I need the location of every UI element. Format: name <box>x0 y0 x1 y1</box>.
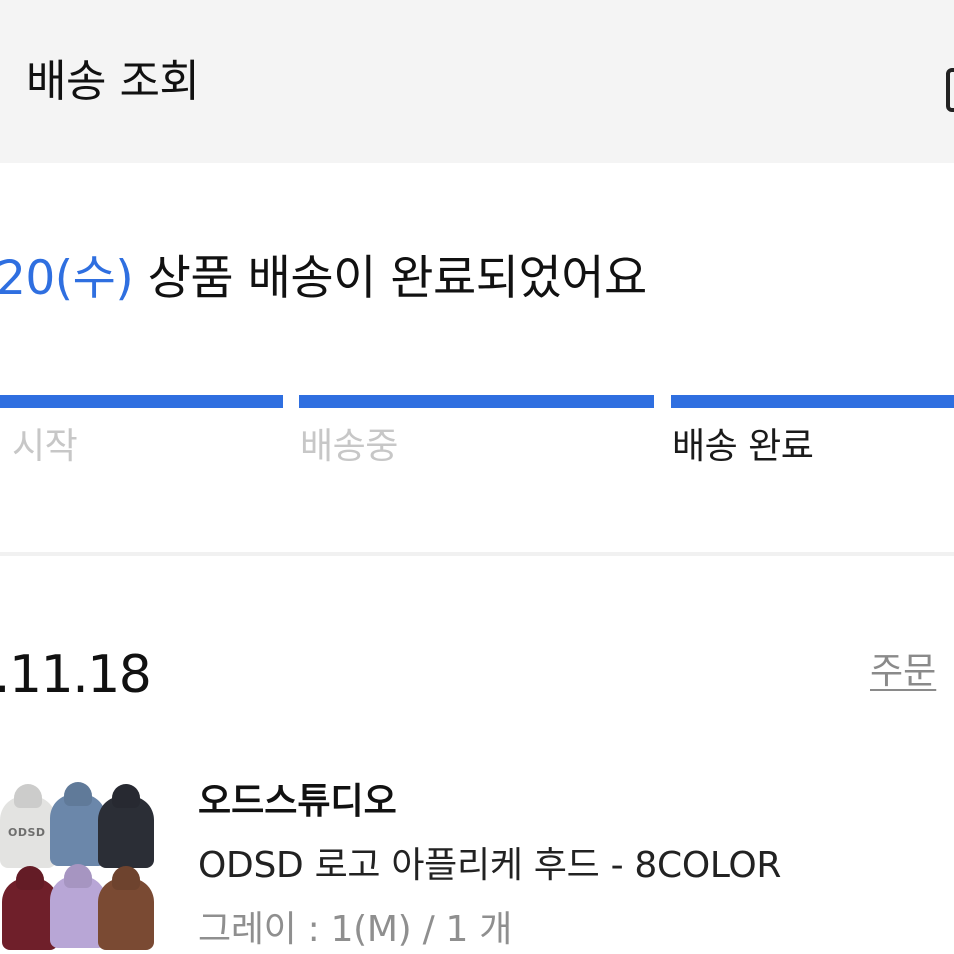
step-label-in-transit: 배송중 <box>300 426 398 467</box>
progress-segment-in-transit <box>299 395 654 408</box>
hoodie-logo: ODSD <box>8 826 46 839</box>
product-name[interactable]: ODSD 로고 아플리케 후드 - 8COLOR <box>198 840 781 892</box>
section-divider <box>0 552 954 556</box>
delivery-status-message: 상품 배송이 완료되었어요 <box>147 251 648 306</box>
progress-segment-delivered <box>671 395 954 408</box>
delivery-status-headline: 20(수) 상품 배송이 완료되었어요 <box>0 246 647 312</box>
product-thumbnail[interactable]: ODSD <box>0 768 158 954</box>
step-label-delivered: 배송 완료 <box>672 426 814 467</box>
hoodie-gray-image: ODSD <box>0 796 56 868</box>
product-brand: 오드스튜디오 <box>198 781 397 822</box>
delivery-tracking-screen: 배송 조회 20(수) 상품 배송이 완료되었어요 시작 배송중 배송 완료 .… <box>0 0 954 954</box>
progress-segment-start <box>0 395 283 408</box>
order-date: .11.18 <box>0 645 152 705</box>
hoodie-brown-image <box>98 878 154 950</box>
menu-icon[interactable] <box>946 68 954 112</box>
product-option: 그레이 : 1(M) / 1 개 <box>198 909 513 950</box>
hoodie-navy-image <box>98 796 154 868</box>
top-app-bar: 배송 조회 <box>0 0 954 163</box>
step-label-start: 시작 <box>12 426 78 467</box>
order-detail-link[interactable]: 주문 <box>870 646 936 698</box>
delivery-date: 20(수) <box>0 251 134 306</box>
page-title: 배송 조회 <box>26 56 200 107</box>
